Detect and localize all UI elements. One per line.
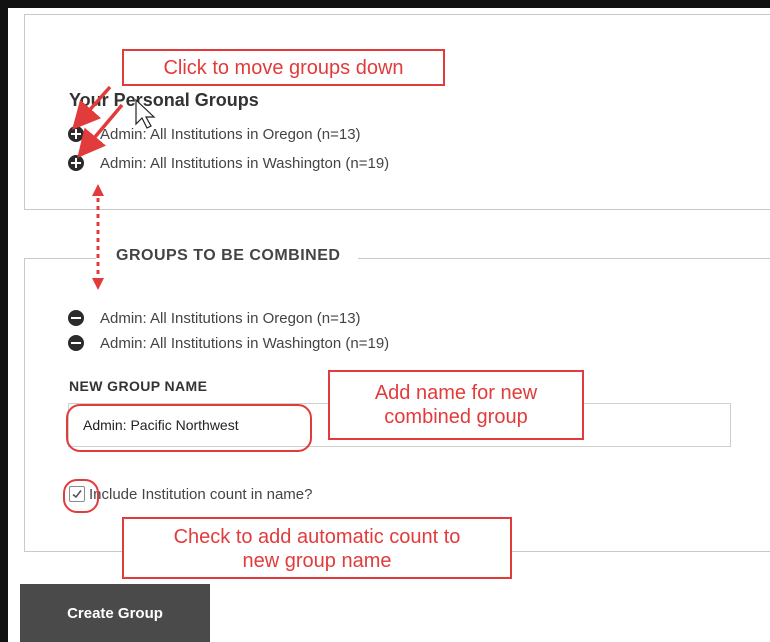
group-label: Admin: All Institutions in Washington (n… bbox=[100, 154, 390, 172]
personal-groups-title: Your Personal Groups bbox=[69, 90, 259, 110]
include-count-label: Include Institution count in name? bbox=[89, 485, 313, 503]
window-frame-left bbox=[0, 0, 8, 642]
callout-add-count-line2: new group name bbox=[242, 550, 392, 572]
new-group-name-label: NEW GROUP NAME bbox=[69, 378, 208, 394]
window-frame-top bbox=[0, 0, 770, 8]
plus-circle-icon[interactable] bbox=[68, 126, 84, 142]
callout-add-name-line2: combined group bbox=[384, 406, 528, 428]
combined-group-item: Admin: All Institutions in Washington (n… bbox=[68, 334, 389, 352]
group-label: Admin: All Institutions in Washington (n… bbox=[100, 334, 390, 352]
combined-groups-title: GROUPS TO BE COMBINED bbox=[96, 247, 359, 265]
plus-circle-icon[interactable] bbox=[68, 155, 84, 171]
checkbox-highlight-ellipse bbox=[63, 479, 99, 513]
callout-add-count-line1: Check to add automatic count to bbox=[173, 526, 461, 548]
combined-group-item: Admin: All Institutions in Oregon (n=13) bbox=[68, 309, 361, 327]
include-count-row: Include Institution count in name? bbox=[69, 484, 312, 504]
personal-group-item: Admin: All Institutions in Oregon (n=13) bbox=[68, 125, 361, 143]
callout-add-name-line1: Add name for new bbox=[374, 382, 538, 404]
create-group-button[interactable]: Create Group bbox=[20, 584, 210, 642]
minus-circle-icon[interactable] bbox=[68, 335, 84, 351]
minus-circle-icon[interactable] bbox=[68, 310, 84, 326]
personal-groups-panel bbox=[24, 14, 770, 210]
callout-move-text: Click to move groups down bbox=[163, 57, 404, 79]
callout-move-groups: Click to move groups down bbox=[122, 49, 445, 86]
input-highlight-ellipse bbox=[66, 404, 312, 452]
callout-add-count: Check to add automatic count to new grou… bbox=[122, 517, 512, 579]
group-label: Admin: All Institutions in Oregon (n=13) bbox=[100, 309, 361, 327]
personal-group-item: Admin: All Institutions in Washington (n… bbox=[68, 154, 389, 172]
callout-add-name: Add name for new combined group bbox=[328, 370, 584, 440]
group-label: Admin: All Institutions in Oregon (n=13) bbox=[100, 125, 361, 143]
